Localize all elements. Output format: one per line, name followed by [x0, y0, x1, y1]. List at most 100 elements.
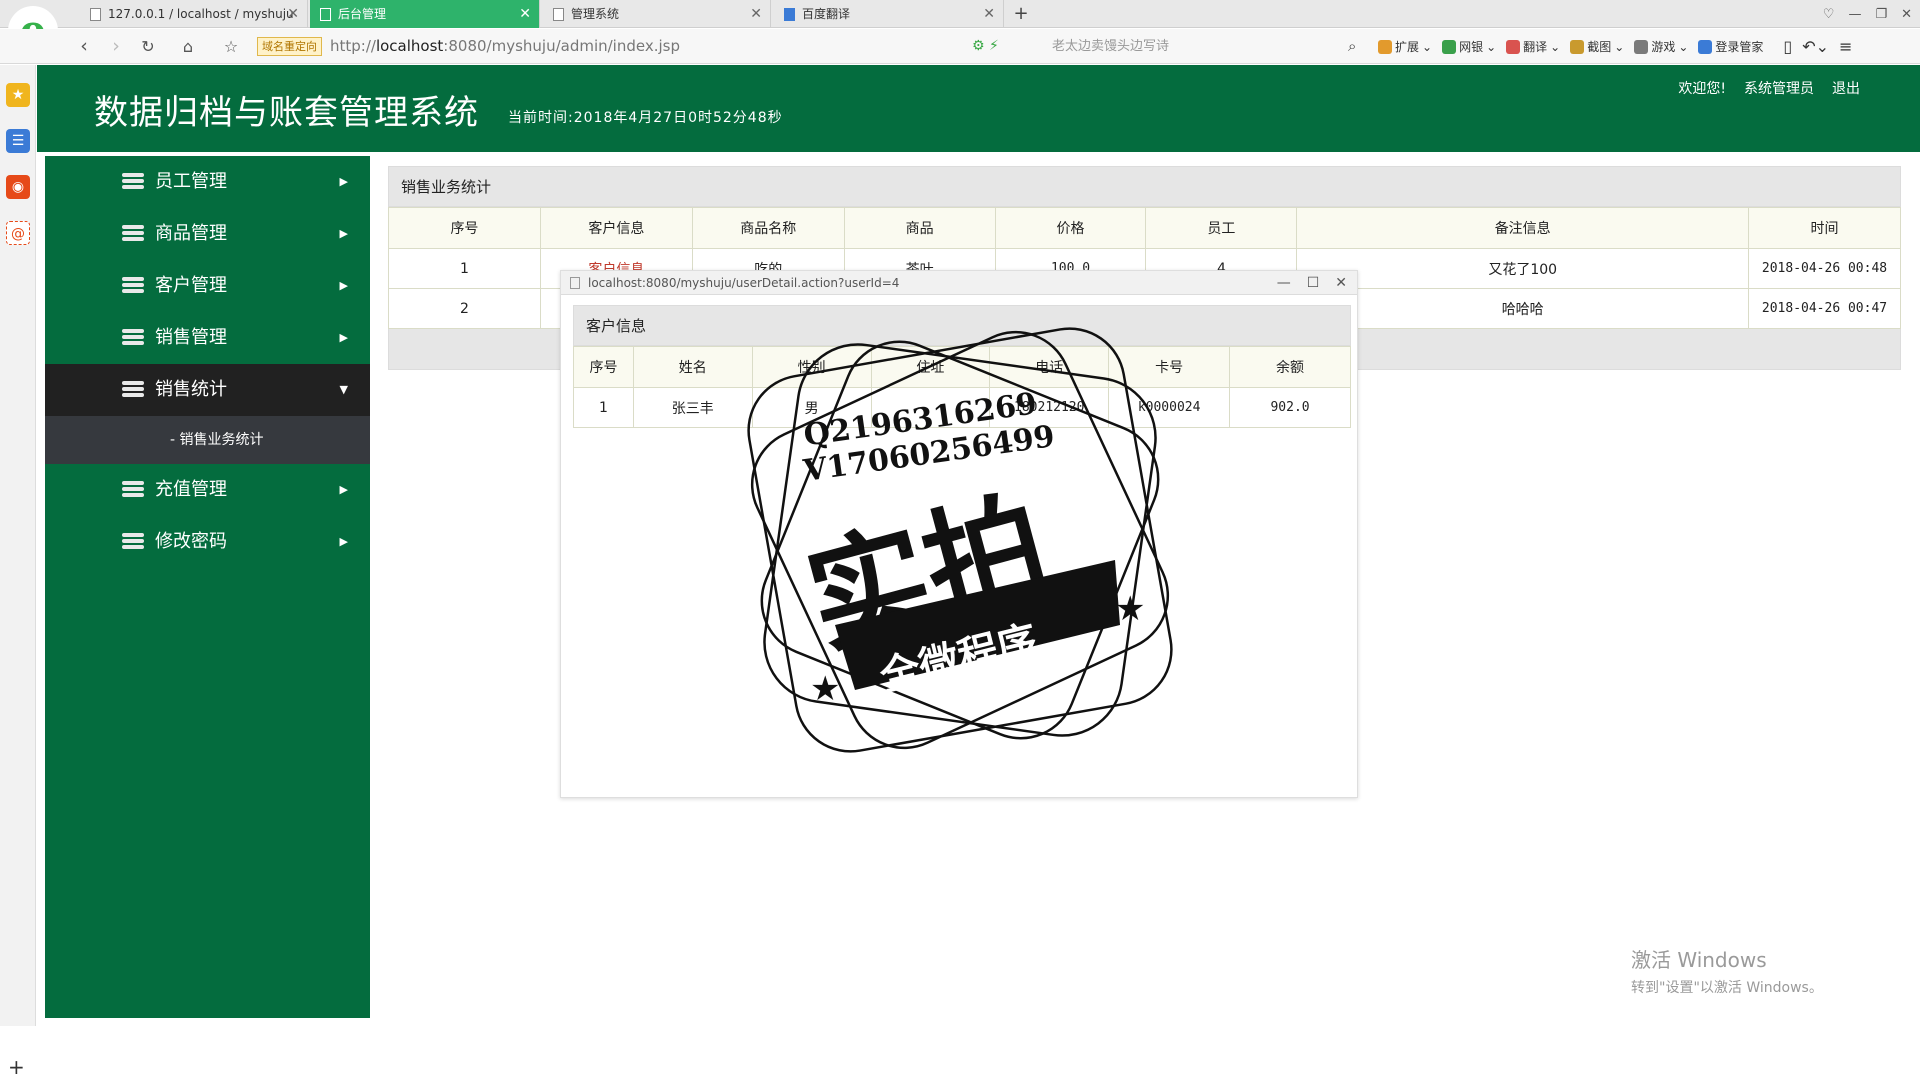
close-icon[interactable]: ✕	[1335, 271, 1347, 295]
minimize-icon[interactable]: —	[1277, 271, 1291, 295]
toolbar-extensions[interactable]: 扩展 ⌄	[1378, 38, 1432, 55]
caret-down-icon: ▼	[339, 383, 348, 396]
browser-tab-system[interactable]: 管理系统 ✕	[543, 0, 771, 28]
cell-no: 1	[388, 248, 541, 289]
close-window-icon[interactable]: ✕	[1901, 7, 1912, 22]
cell-time: 2018-04-26 00:48	[1748, 248, 1901, 289]
logout-link[interactable]: 退出	[1832, 78, 1860, 98]
caret-right-icon: ▶	[339, 331, 348, 344]
weibo-icon[interactable]: ◉	[6, 175, 30, 199]
close-icon[interactable]: ✕	[287, 0, 299, 28]
browser-tab-admin[interactable]: 后台管理 ✕	[310, 0, 540, 28]
user-name[interactable]: 系统管理员	[1744, 78, 1814, 98]
browser-toolbar: 扩展 ⌄ 网银 ⌄ 翻译 ⌄ 截图 ⌄ 游戏 ⌄ 登录管家 ▯ ↶⌄ ≡	[1378, 29, 1852, 64]
column-header: 备注信息	[1296, 207, 1750, 249]
column-header: 序号	[573, 346, 634, 388]
menu-icon[interactable]: ≡	[1839, 37, 1852, 56]
skin-icon[interactable]: ♡	[1823, 7, 1835, 22]
toolbar-login-manager[interactable]: 登录管家	[1698, 38, 1763, 55]
close-icon[interactable]: ✕	[983, 0, 995, 28]
stack-icon	[122, 225, 144, 243]
stack-icon	[122, 381, 144, 399]
cell-time: 2018-04-26 00:47	[1748, 288, 1901, 329]
sidebar-item-change-password[interactable]: 修改密码 ▶	[45, 516, 370, 568]
forward-icon[interactable]: ›	[104, 29, 128, 64]
caret-right-icon: ▶	[339, 227, 348, 240]
browser-sidebar: ★ ☰ ◉ @ +	[0, 65, 36, 1079]
toolbar-bank[interactable]: 网银 ⌄	[1442, 38, 1496, 55]
cell-no: 2	[388, 288, 541, 329]
cell-address	[870, 387, 991, 428]
cell-name: 张三丰	[632, 387, 753, 428]
restore-icon[interactable]: ❐	[1875, 7, 1887, 22]
address-bar: ‹ › ↻ ⌂ ☆ 域名重定向 http://localhost:8080/my…	[0, 29, 1920, 64]
reader-icon[interactable]: ▯	[1783, 37, 1792, 56]
mail-icon[interactable]: @	[6, 221, 30, 245]
column-header: 价格	[994, 207, 1147, 249]
welcome-text: 欢迎您!	[1678, 81, 1726, 97]
home-icon[interactable]: ⌂	[176, 29, 200, 64]
close-icon[interactable]: ✕	[750, 0, 762, 28]
submenu-item-sales-business-stats[interactable]: - 销售业务统计	[45, 416, 370, 464]
search-icon[interactable]: ⌕	[1348, 29, 1356, 64]
speed-icon[interactable]: ⚙ ⚡	[972, 29, 999, 64]
stack-icon	[122, 277, 144, 295]
refresh-icon[interactable]: ↻	[136, 29, 160, 64]
add-sidebar-icon[interactable]: +	[8, 1055, 25, 1079]
page-icon	[553, 8, 564, 21]
page-title: 数据归档与账套管理系统	[94, 93, 479, 133]
back-icon[interactable]: ‹	[72, 29, 96, 64]
current-time: 当前时间:2018年4月27日0时52分48秒	[508, 110, 783, 126]
minimize-icon[interactable]: —	[1848, 7, 1861, 22]
popup-titlebar[interactable]: localhost:8080/myshuju/userDetail.action…	[561, 271, 1357, 295]
search-input[interactable]: 老太边卖馒头边写诗	[1052, 29, 1169, 64]
tab-label: 管理系统	[571, 7, 620, 21]
sidebar-item-sales[interactable]: 销售管理 ▶	[45, 312, 370, 364]
user-bar: 欢迎您! 系统管理员 退出	[1678, 78, 1860, 98]
column-header: 卡号	[1108, 346, 1231, 388]
customer-table: 序号 姓名 性别 住址 电话 卡号 余额 1 张三丰 男 180212120 k…	[573, 346, 1351, 428]
maximize-icon[interactable]: ☐	[1307, 271, 1320, 295]
sidebar-item-products[interactable]: 商品管理 ▶	[45, 208, 370, 260]
column-header: 住址	[870, 346, 991, 388]
popup-controls: — ☐ ✕	[1277, 271, 1347, 295]
caret-right-icon: ▶	[339, 279, 348, 292]
translate-icon	[784, 8, 795, 21]
url-input[interactable]: http://localhost:8080/myshuju/admin/inde…	[330, 29, 680, 64]
cell-card: k0000024	[1108, 387, 1231, 428]
column-header: 姓名	[632, 346, 753, 388]
stack-icon	[122, 173, 144, 191]
sidebar-item-customers[interactable]: 客户管理 ▶	[45, 260, 370, 312]
stack-icon	[122, 329, 144, 347]
undo-icon[interactable]: ↶⌄	[1802, 37, 1829, 56]
close-icon[interactable]: ✕	[519, 0, 531, 28]
toolbar-translate[interactable]: 翻译 ⌄	[1506, 38, 1560, 55]
cell-no: 1	[573, 387, 634, 428]
caret-right-icon: ▶	[339, 175, 348, 188]
toolbar-games[interactable]: 游戏 ⌄	[1634, 38, 1688, 55]
bookmark-star-icon[interactable]: ☆	[219, 29, 243, 64]
column-header: 商品名称	[691, 207, 845, 249]
reading-list-icon[interactable]: ☰	[6, 129, 30, 153]
column-header: 电话	[989, 346, 1110, 388]
app-header: 数据归档与账套管理系统 当前时间:2018年4月27日0时52分48秒 欢迎您!…	[37, 65, 1920, 152]
browser-tab-phpmyadmin[interactable]: 127.0.0.1 / localhost / myshuju ✕	[80, 0, 308, 28]
column-header: 性别	[751, 346, 872, 388]
sidebar-item-recharge[interactable]: 充值管理 ▶	[45, 464, 370, 516]
new-tab-button[interactable]: +	[1010, 0, 1032, 28]
page-icon	[320, 8, 331, 21]
column-header: 时间	[1748, 207, 1901, 249]
browser-tab-translate[interactable]: 百度翻译 ✕	[774, 0, 1004, 28]
sidebar-item-sales-stats[interactable]: 销售统计 ▼	[45, 364, 370, 416]
table-header-row: 序号 客户信息 商品名称 商品 价格 员工 备注信息 时间	[388, 207, 1901, 249]
browser-tab-bar: 127.0.0.1 / localhost / myshuju ✕ 后台管理 ✕…	[0, 0, 1920, 28]
favorites-icon[interactable]: ★	[6, 83, 30, 107]
sidebar-item-staff[interactable]: 员工管理 ▶	[45, 156, 370, 208]
table-row: 1 张三丰 男 180212120 k0000024 902.0	[573, 387, 1351, 428]
page-icon	[570, 277, 580, 289]
column-header: 余额	[1229, 346, 1351, 388]
customer-detail-popup: localhost:8080/myshuju/userDetail.action…	[560, 270, 1358, 798]
column-header: 员工	[1145, 207, 1298, 249]
panel-title: 销售业务统计	[388, 166, 1901, 207]
toolbar-screenshot[interactable]: 截图 ⌄	[1570, 38, 1624, 55]
